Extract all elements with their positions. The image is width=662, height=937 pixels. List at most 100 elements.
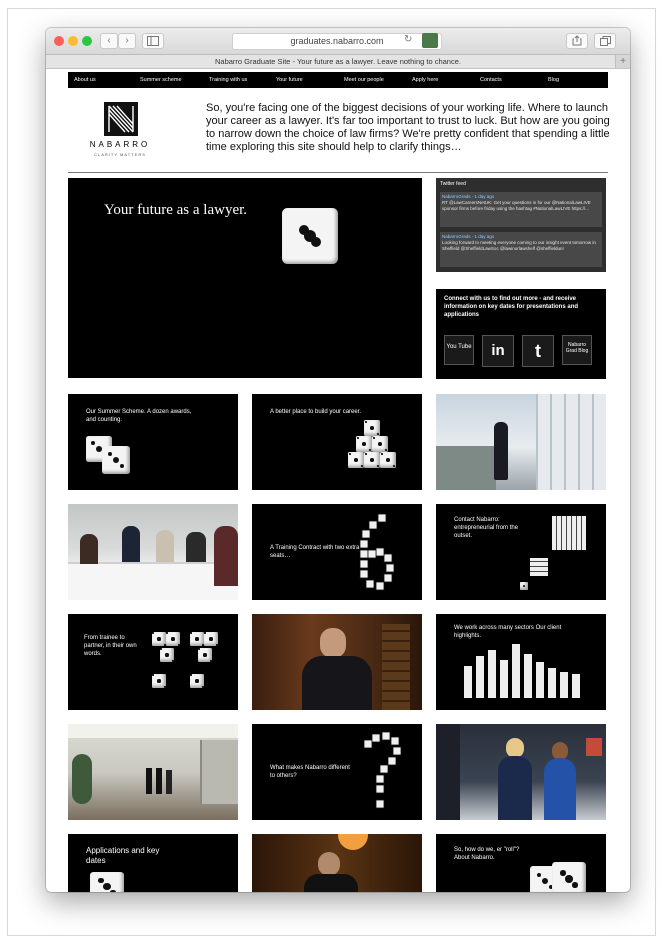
nav-item-about-us[interactable]: About us xyxy=(74,72,96,88)
person-figure xyxy=(166,770,172,794)
connect-title: Connect with us to find out more - and r… xyxy=(444,296,579,318)
nav-item-meet-our-people[interactable]: Meet our people xyxy=(344,72,384,88)
dice-column-icon xyxy=(560,672,568,698)
person-head xyxy=(320,628,346,658)
dice-icon xyxy=(552,862,586,892)
sectors-tile[interactable]: We work across many sectors Our client h… xyxy=(436,614,606,710)
sidebar-button[interactable] xyxy=(142,33,164,49)
reload-icon[interactable]: ↻ xyxy=(404,34,412,45)
share-icon xyxy=(572,35,582,46)
dice-six-shape-icon xyxy=(359,513,395,591)
person-head xyxy=(506,738,524,758)
person-figure xyxy=(122,526,140,562)
what-makes-different-tile[interactable]: What makes Nabarro different to others? xyxy=(252,724,422,820)
dice-icon xyxy=(90,872,124,892)
dice-icon xyxy=(198,648,212,662)
dice-column-icon xyxy=(524,654,532,698)
intro-text: So, you're facing one of the biggest dec… xyxy=(206,102,610,153)
tweet-meta: NabarroGrads - 1 day ago xyxy=(442,234,495,239)
browser-toolbar: ‹ › graduates.nabarro.com ↻ xyxy=(46,28,630,55)
dice-icon xyxy=(364,420,380,436)
person-figure xyxy=(498,756,532,820)
tile-caption: A better place to build your career. xyxy=(270,409,362,415)
dice-column-icon xyxy=(572,674,580,698)
meeting-photo[interactable] xyxy=(68,504,238,600)
zoom-window-button[interactable] xyxy=(82,36,92,46)
twitter-button[interactable]: t xyxy=(522,335,554,367)
tweet-text: Looking forward to meeting everyone comi… xyxy=(442,240,596,251)
dice-cluster-icon xyxy=(552,516,586,550)
person-figure xyxy=(186,532,206,562)
tweet[interactable]: NabarroGrads - 1 day ago Looking forward… xyxy=(440,232,602,267)
extension-icon[interactable] xyxy=(422,33,438,48)
dice-cluster-icon xyxy=(530,558,548,576)
dice-icon xyxy=(520,582,528,590)
partner-photo-2[interactable] xyxy=(252,834,422,892)
dice-icon xyxy=(160,648,174,662)
forward-button[interactable]: › xyxy=(118,33,136,49)
summer-scheme-tile[interactable]: Our Summer Scheme. A dozen awards, and c… xyxy=(68,394,238,490)
tile-caption: A Training Contract with two extra seats… xyxy=(270,545,360,559)
wall-art xyxy=(586,738,602,756)
tile-caption: Contact Nabarro: entrepreneurial from th… xyxy=(454,517,519,539)
plant xyxy=(72,754,92,804)
dice-icon xyxy=(190,674,204,688)
twitter-feed-heading: Twitter feed xyxy=(440,181,466,187)
close-window-button[interactable] xyxy=(54,36,64,46)
city-view xyxy=(436,446,496,490)
dice-column-icon xyxy=(512,644,520,698)
nabarro-logo[interactable]: NABARRO CLARITY MATTERS xyxy=(72,102,168,162)
dice-icon xyxy=(372,436,388,452)
browser-window: ‹ › graduates.nabarro.com ↻ Nabarro Grad… xyxy=(46,28,630,892)
person-figure xyxy=(146,768,152,794)
about-nabarro-tile[interactable]: So, how do we, er "roll"? About Nabarro. xyxy=(436,834,606,892)
tile-caption: Applications and key dates xyxy=(86,846,160,865)
back-icon: ‹ xyxy=(107,35,111,46)
dice-icon xyxy=(204,632,218,646)
nav-item-apply-here[interactable]: Apply here xyxy=(412,72,438,88)
tabs-button[interactable] xyxy=(594,33,616,49)
contact-tile[interactable]: Contact Nabarro: entrepreneurial from th… xyxy=(436,504,606,600)
trainee-to-partner-tile[interactable]: From trainee to partner, in their own wo… xyxy=(68,614,238,710)
tile-caption: So, how do we, er "roll"? About Nabarro. xyxy=(454,847,520,861)
dice-icon xyxy=(348,452,364,468)
connect-panel: Connect with us to find out more - and r… xyxy=(436,289,606,379)
dice-column-icon xyxy=(464,666,472,698)
window-frames xyxy=(536,394,606,490)
hero-video-tile[interactable]: Your future as a lawyer. xyxy=(68,178,422,378)
office-lobby-photo[interactable] xyxy=(68,724,238,820)
dice-column-icon xyxy=(500,660,508,698)
hero-title: Your future as a lawyer. xyxy=(104,202,248,218)
two-lawyers-photo[interactable] xyxy=(436,724,606,820)
linkedin-button[interactable]: in xyxy=(482,335,514,367)
nav-item-blog[interactable]: Blog xyxy=(548,72,559,88)
tweet[interactable]: NabarroGrads - 1 day ago RT @LawCareersN… xyxy=(440,192,602,227)
applications-tile[interactable]: Applications and key dates xyxy=(68,834,238,892)
blog-button[interactable]: Nabarro Grad Blog xyxy=(562,335,592,365)
tweet-meta: NabarroGrads - 1 day ago xyxy=(442,194,495,199)
lobby-wall xyxy=(200,740,238,804)
nav-item-training[interactable]: Training with us xyxy=(209,72,247,88)
office-window-photo[interactable] xyxy=(436,394,606,490)
nav-item-summer-scheme[interactable]: Summer scheme xyxy=(140,72,182,88)
tabs-icon xyxy=(599,36,611,46)
tile-caption: Our Summer Scheme. A dozen awards, and c… xyxy=(86,409,192,423)
twitter-feed: Twitter feed NabarroGrads - 1 day ago RT… xyxy=(436,178,606,272)
training-contract-tile[interactable]: A Training Contract with two extra seats… xyxy=(252,504,422,600)
tab-title[interactable]: Nabarro Graduate Site - Your future as a… xyxy=(46,55,630,69)
nav-item-your-future[interactable]: Your future xyxy=(276,72,303,88)
better-place-tile[interactable]: A better place to build your career. xyxy=(252,394,422,490)
header-divider xyxy=(68,172,608,173)
share-button[interactable] xyxy=(566,33,588,49)
youtube-button[interactable]: You Tube xyxy=(444,335,474,365)
minimize-window-button[interactable] xyxy=(68,36,78,46)
back-button[interactable]: ‹ xyxy=(100,33,118,49)
partner-portrait-photo[interactable] xyxy=(252,614,422,710)
main-nav: About us Summer scheme Training with us … xyxy=(68,72,608,88)
dice-icon xyxy=(364,452,380,468)
dice-column-icon xyxy=(548,668,556,698)
logo-tagline: CLARITY MATTERS xyxy=(94,152,146,157)
nav-item-contacts[interactable]: Contacts xyxy=(480,72,502,88)
new-tab-button[interactable]: + xyxy=(615,55,630,68)
dice-column-icon xyxy=(536,662,544,698)
